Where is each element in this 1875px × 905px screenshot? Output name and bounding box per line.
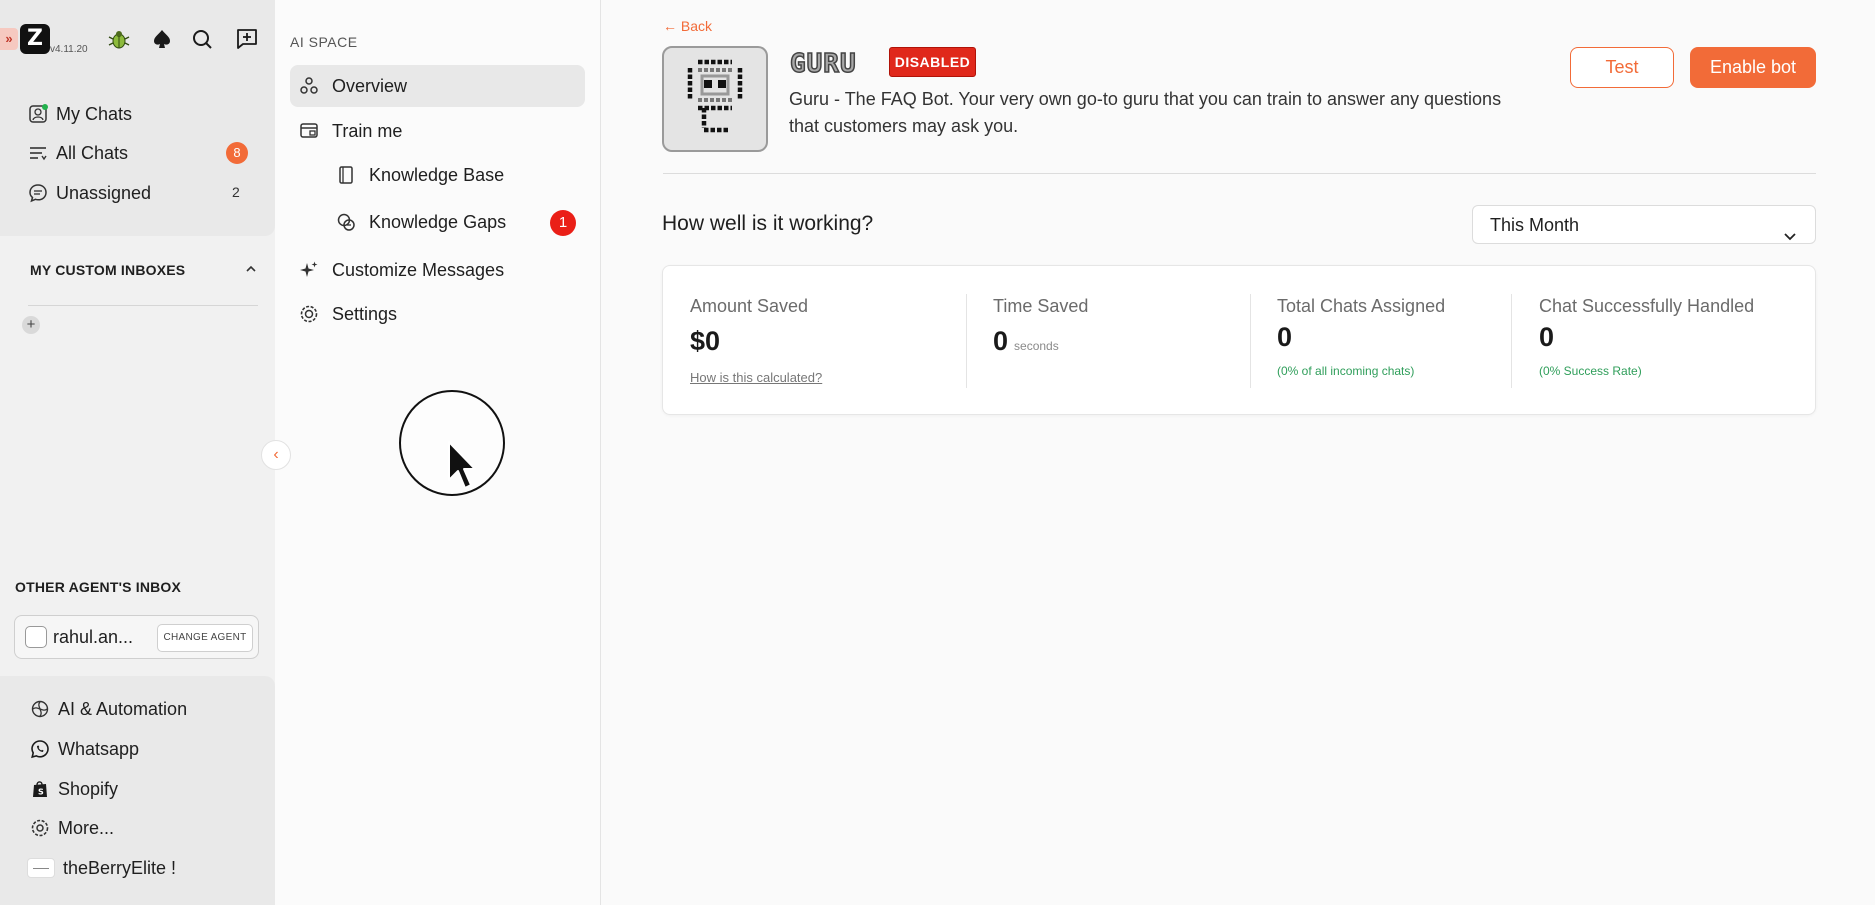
- change-agent-button[interactable]: CHANGE AGENT: [157, 624, 253, 652]
- unassigned-count: 2: [232, 184, 240, 200]
- chevron-down-icon: [1783, 218, 1797, 241]
- rail-item-ai-automation[interactable]: AI & Automation: [30, 696, 187, 722]
- brand-avatar: [27, 858, 55, 878]
- divider: [966, 294, 967, 388]
- search-gaps-icon: [335, 211, 357, 233]
- stat-value-wrap: 0 seconds: [993, 326, 1059, 357]
- chat-bubble-icon: [28, 183, 48, 203]
- bot-name-logo: GURU: [789, 48, 857, 80]
- nav-item-overview[interactable]: Overview: [290, 65, 585, 107]
- how-calculated-link[interactable]: How is this calculated?: [690, 370, 822, 385]
- nodes-icon: [298, 75, 320, 97]
- expand-rail-icon[interactable]: »: [0, 28, 18, 50]
- brand-switcher[interactable]: theBerryElite !: [27, 855, 176, 881]
- stat-label: Amount Saved: [690, 296, 809, 316]
- rail-item-my-chats[interactable]: My Chats: [28, 100, 132, 128]
- app-version: v4.11.20: [50, 44, 88, 55]
- stats-card: Amount Saved $0 How is this calculated? …: [662, 265, 1816, 415]
- nav-item-label: Knowledge Base: [369, 164, 505, 185]
- rail-item-label: My Chats: [56, 103, 133, 124]
- ai-space-title: AI SPACE: [290, 34, 358, 50]
- rail-item-label: More...: [58, 817, 115, 838]
- chevron-up-icon[interactable]: [244, 262, 258, 276]
- left-rail: [0, 0, 275, 905]
- stat-unit: seconds: [1014, 339, 1059, 353]
- filter-lines-icon: [28, 143, 48, 163]
- custom-inboxes-title: MY CUSTOM INBOXES: [30, 262, 186, 278]
- enable-bot-button[interactable]: Enable bot: [1690, 47, 1816, 88]
- rail-item-label: AI & Automation: [58, 698, 188, 719]
- add-inbox-button[interactable]: +: [22, 316, 40, 334]
- book-icon: [335, 164, 357, 186]
- rail-item-whatsapp[interactable]: Whatsapp: [30, 736, 139, 762]
- new-chat-icon[interactable]: [234, 26, 260, 52]
- stat-value: 0: [1277, 322, 1293, 352]
- stat-label: Chat Successfully Handled: [1539, 296, 1755, 316]
- nav-item-knowledge-gaps[interactable]: Knowledge Gaps: [290, 201, 585, 243]
- performance-title: How well is it working?: [662, 212, 874, 235]
- nav-item-label: Settings: [332, 303, 398, 324]
- test-button[interactable]: Test: [1570, 47, 1674, 88]
- rail-item-label: Unassigned: [56, 182, 152, 203]
- divider: [663, 173, 1816, 174]
- stat-note: (0% Success Rate): [1539, 364, 1642, 378]
- spade-icon[interactable]: [149, 26, 175, 52]
- nav-item-label: Overview: [332, 75, 408, 96]
- stat-label: Total Chats Assigned: [1277, 296, 1446, 316]
- nav-item-train-me[interactable]: Train me: [290, 110, 585, 152]
- chat-avatar-icon: [28, 104, 48, 124]
- nav-item-label: Knowledge Gaps: [369, 211, 507, 232]
- period-select-value: This Month: [1490, 215, 1580, 235]
- rail-item-unassigned[interactable]: Unassigned: [28, 179, 151, 207]
- knowledge-gaps-badge: 1: [550, 210, 576, 236]
- nav-item-label: Train me: [332, 120, 403, 141]
- brand-name: theBerryElite !: [63, 857, 177, 878]
- back-link[interactable]: ← Back: [663, 18, 712, 34]
- app-logo[interactable]: Z: [20, 24, 50, 54]
- agent-switcher[interactable]: rahul.an... CHANGE AGENT: [14, 615, 259, 659]
- status-badge: DISABLED: [889, 47, 976, 77]
- divider: [28, 305, 258, 306]
- stat-value: $0: [690, 326, 721, 356]
- nav-item-customize-messages[interactable]: Customize Messages: [290, 249, 585, 291]
- stat-value: 0: [993, 326, 1009, 356]
- nav-item-label: Customize Messages: [332, 259, 505, 280]
- stat-value: 0: [1539, 322, 1555, 352]
- agent-name: rahul.an...: [53, 627, 134, 647]
- stat-note: (0% of all incoming chats): [1277, 364, 1415, 378]
- divider: [1250, 294, 1251, 388]
- rail-item-label: All Chats: [56, 142, 129, 163]
- gear-icon: [30, 818, 50, 838]
- whatsapp-icon: [30, 739, 50, 759]
- rail-item-more[interactable]: More...: [30, 815, 114, 841]
- rail-item-label: Whatsapp: [58, 738, 140, 759]
- collapse-sidebar-button[interactable]: ‹: [261, 440, 291, 470]
- svg-text:S: S: [38, 788, 44, 797]
- mouse-pointer-icon: [447, 440, 477, 497]
- sparkle-icon: [298, 259, 320, 281]
- divider: [1511, 294, 1512, 388]
- rail-item-label: Shopify: [58, 778, 119, 799]
- stat-label: Time Saved: [993, 296, 1089, 316]
- other-agents-title: OTHER AGENT'S INBOX: [15, 579, 182, 595]
- nav-item-knowledge-base[interactable]: Knowledge Base: [290, 154, 585, 196]
- train-window-icon: [298, 120, 320, 142]
- settings-gear-icon: [298, 303, 320, 325]
- avatar: [25, 626, 47, 648]
- all-chats-count-badge: 8: [226, 142, 248, 164]
- rail-item-shopify[interactable]: S Shopify: [30, 776, 118, 802]
- nav-item-settings[interactable]: Settings: [290, 293, 585, 335]
- bug-icon[interactable]: [106, 26, 132, 52]
- ai-swirl-icon: [30, 699, 50, 719]
- rail-item-all-chats[interactable]: All Chats: [28, 139, 128, 167]
- bot-avatar-icon: [662, 46, 768, 152]
- bot-description: Guru - The FAQ Bot. Your very own go-to …: [789, 89, 1502, 136]
- shopify-bag-icon: S: [30, 779, 50, 799]
- period-select[interactable]: This Month: [1472, 205, 1816, 244]
- search-icon[interactable]: [189, 26, 215, 52]
